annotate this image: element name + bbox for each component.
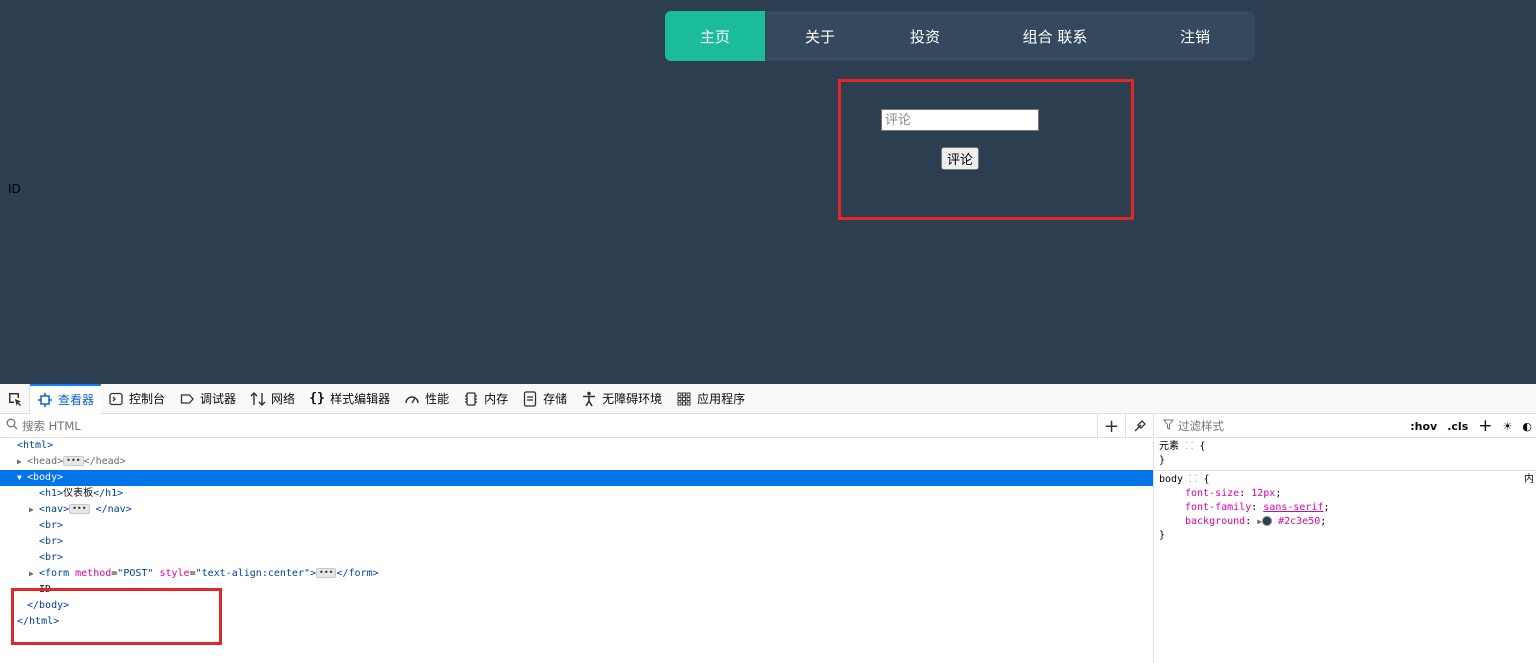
tab-style-editor[interactable]: {} 样式编辑器 bbox=[302, 384, 397, 414]
tab-label: 样式编辑器 bbox=[330, 392, 391, 406]
tree-row-id-text[interactable]: ID bbox=[0, 582, 1153, 598]
tab-label: 内存 bbox=[484, 392, 509, 406]
rules-filter-bar: 过滤样式 :hov .cls + ☀ ◐ bbox=[1155, 414, 1536, 438]
eyedropper-icon[interactable] bbox=[1125, 414, 1153, 438]
expand-arrow-icon[interactable]: ▶ bbox=[17, 454, 27, 470]
rule-prop[interactable]: font-family: sans-serif; bbox=[1159, 501, 1532, 515]
rule-source-link[interactable]: 内 bbox=[1524, 473, 1534, 487]
collapsed-dots-icon[interactable]: ••• bbox=[63, 456, 84, 466]
tree-row-br[interactable]: <br> bbox=[0, 518, 1153, 534]
html-search-bar: + bbox=[0, 414, 1153, 438]
tab-label: 调试器 bbox=[200, 392, 237, 406]
element-picker-icon[interactable] bbox=[0, 383, 30, 414]
devtools-panel: 查看器 控制台 调试器 网络 {} 样式编辑器 性能 内存 存储 无障碍环境 应… bbox=[0, 383, 1536, 663]
rule-grid-icon: ⸬ bbox=[1189, 474, 1198, 485]
nav-item-portfolio-contact[interactable]: 组合 联系 bbox=[975, 11, 1135, 61]
rule-grid-icon: ⸬ bbox=[1185, 441, 1194, 452]
tree-row-nav[interactable]: ▶ <nav> ••• </nav> bbox=[0, 502, 1153, 518]
id-text: ID bbox=[8, 182, 21, 196]
collapsed-dots-icon[interactable]: ••• bbox=[316, 568, 337, 578]
add-rule-icon[interactable]: + bbox=[1478, 416, 1492, 436]
dark-theme-icon[interactable]: ◐ bbox=[1522, 420, 1532, 433]
debugger-icon bbox=[179, 391, 195, 407]
rules-filter-input[interactable]: 过滤样式 bbox=[1178, 418, 1224, 434]
main-nav: 主页 关于 投资 组合 联系 注销 bbox=[665, 11, 1255, 61]
tree-row-body-close[interactable]: </body> bbox=[0, 598, 1153, 614]
tab-label: 应用程序 bbox=[697, 392, 746, 406]
expand-arrow-icon[interactable]: ▶ bbox=[29, 502, 39, 518]
tab-performance[interactable]: 性能 bbox=[397, 384, 456, 414]
nav-item-logout[interactable]: 注销 bbox=[1135, 11, 1255, 61]
tab-label: 控制台 bbox=[129, 392, 166, 406]
markup-pane: + <html> ▶<head>•••</head> ▼<body> <h1>仪… bbox=[0, 414, 1154, 663]
rule-selector: body bbox=[1159, 474, 1184, 485]
nav-item-invest[interactable]: 投资 bbox=[875, 11, 975, 61]
rule-prop[interactable]: font-size: 12px; bbox=[1159, 487, 1532, 501]
tab-accessibility[interactable]: 无障碍环境 bbox=[574, 384, 669, 414]
tab-network[interactable]: 网络 bbox=[243, 384, 302, 414]
rule-element: 元素 ⸬ { } bbox=[1155, 438, 1536, 471]
style-editor-icon: {} bbox=[309, 391, 325, 406]
tab-label: 查看器 bbox=[58, 393, 95, 407]
cls-toggle[interactable]: .cls bbox=[1447, 420, 1468, 433]
tree-row-body-open[interactable]: ▼ <body> bbox=[0, 470, 1153, 486]
tab-label: 存储 bbox=[543, 392, 568, 406]
application-icon bbox=[676, 391, 692, 407]
comment-input[interactable] bbox=[881, 109, 1039, 131]
console-icon bbox=[108, 391, 124, 407]
tab-console[interactable]: 控制台 bbox=[101, 384, 172, 414]
filter-icon bbox=[1162, 419, 1175, 433]
tab-debugger[interactable]: 调试器 bbox=[172, 384, 243, 414]
nav-item-home[interactable]: 主页 bbox=[665, 11, 765, 61]
tree-row-head[interactable]: ▶ <head> ••• </head> bbox=[0, 454, 1153, 470]
tree-row-html-close[interactable]: </html> bbox=[0, 614, 1153, 630]
search-icon bbox=[6, 418, 18, 433]
inspector-icon bbox=[37, 392, 53, 408]
tab-label: 无障碍环境 bbox=[602, 392, 663, 406]
performance-icon bbox=[404, 391, 420, 407]
highlight-box-form bbox=[838, 79, 1134, 220]
nav-item-about[interactable]: 关于 bbox=[765, 11, 875, 61]
tab-inspector[interactable]: 查看器 bbox=[30, 383, 102, 414]
collapsed-dots-icon[interactable]: ••• bbox=[69, 504, 90, 514]
tree-row-br[interactable]: <br> bbox=[0, 534, 1153, 550]
color-swatch-icon[interactable] bbox=[1262, 516, 1273, 526]
markup-tree: <html> ▶ <head> ••• </head> ▼ <body> <h1>仪表板… bbox=[0, 438, 1153, 630]
tab-label: 性能 bbox=[425, 392, 450, 406]
rule-selector: 元素 bbox=[1159, 441, 1179, 452]
expand-arrow-icon[interactable]: ▶ bbox=[29, 566, 39, 582]
comment-submit-button[interactable]: 评论 bbox=[941, 147, 979, 170]
tab-memory[interactable]: 内存 bbox=[456, 384, 515, 414]
html-search-input[interactable] bbox=[22, 418, 522, 433]
network-icon bbox=[250, 391, 266, 407]
rendered-page: 主页 关于 投资 组合 联系 注销 评论 ID bbox=[0, 0, 1536, 384]
storage-icon bbox=[522, 390, 538, 407]
rules-pane: 过滤样式 :hov .cls + ☀ ◐ 元素 ⸬ { } 内 body ⸬ {… bbox=[1155, 414, 1536, 663]
devtools-toolbar: 查看器 控制台 调试器 网络 {} 样式编辑器 性能 内存 存储 无障碍环境 应… bbox=[0, 383, 1536, 414]
tree-row-br[interactable]: <br> bbox=[0, 550, 1153, 566]
hov-toggle[interactable]: :hov bbox=[1410, 420, 1437, 433]
tree-row-form[interactable]: ▶ <form method="POST" style="text-align:c… bbox=[0, 566, 1153, 582]
memory-icon bbox=[463, 391, 479, 407]
collapse-arrow-icon[interactable]: ▼ bbox=[17, 470, 27, 486]
tree-row-html-open[interactable]: <html> bbox=[0, 438, 1153, 454]
tab-label: 网络 bbox=[271, 392, 296, 406]
add-node-icon[interactable]: + bbox=[1097, 414, 1125, 438]
light-theme-icon[interactable]: ☀ bbox=[1503, 420, 1513, 433]
rule-body: 内 body ⸬ { font-size: 12px; font-family:… bbox=[1159, 473, 1534, 541]
tab-application[interactable]: 应用程序 bbox=[669, 384, 752, 414]
tree-row-h1[interactable]: <h1>仪表板</h1> bbox=[0, 486, 1153, 502]
rule-prop[interactable]: background: ▶ #2c3e50; bbox=[1159, 515, 1532, 529]
tab-storage[interactable]: 存储 bbox=[515, 384, 574, 414]
accessibility-icon bbox=[581, 391, 597, 407]
